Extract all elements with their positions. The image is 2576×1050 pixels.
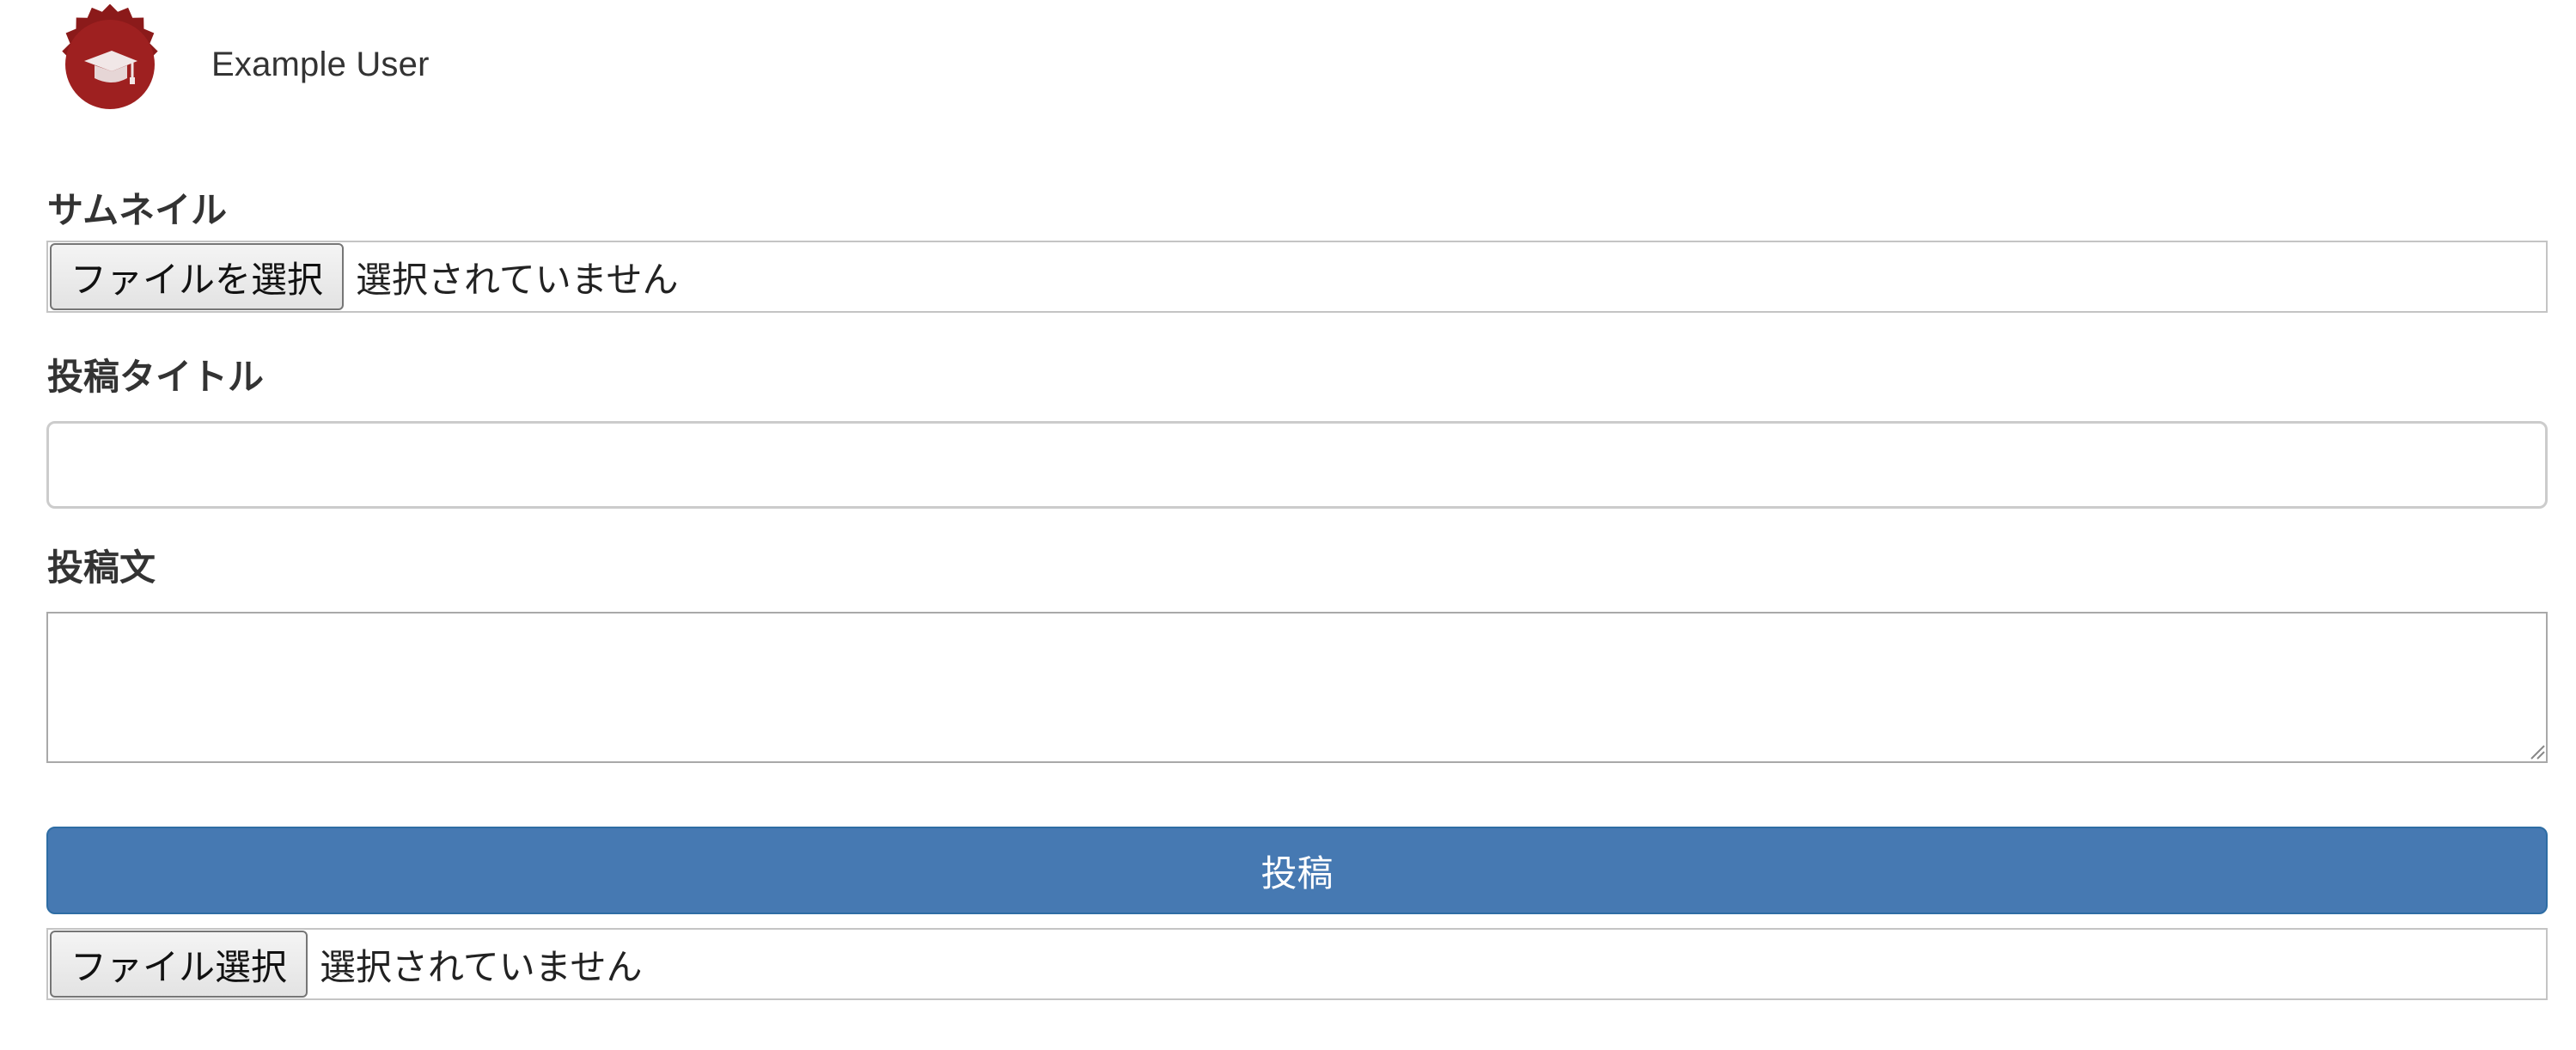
graduation-cap-badge-icon [62,4,158,109]
choose-file-button[interactable]: ファイル選択 [50,931,308,998]
user-name[interactable]: Example User [211,46,430,84]
thumbnail-file-input[interactable]: ファイルを選択 選択されていません [46,241,2548,313]
submit-post-button[interactable]: 投稿 [46,827,2548,914]
resize-handle-icon[interactable] [2530,744,2545,760]
extra-file-status: 選択されていません [320,945,643,988]
avatar[interactable] [50,4,170,125]
user-header: Example User [50,4,430,125]
extra-file-input[interactable]: ファイル選択 選択されていません [46,928,2548,1000]
post-title-label: 投稿タイトル [47,356,265,398]
thumbnail-file-status: 選択されていません [356,258,679,301]
choose-thumbnail-button[interactable]: ファイルを選択 [50,243,345,310]
post-body-textarea[interactable] [46,612,2548,763]
post-body-label: 投稿文 [47,546,156,589]
post-title-input[interactable] [46,421,2548,509]
thumbnail-label: サムネイル [47,189,228,231]
